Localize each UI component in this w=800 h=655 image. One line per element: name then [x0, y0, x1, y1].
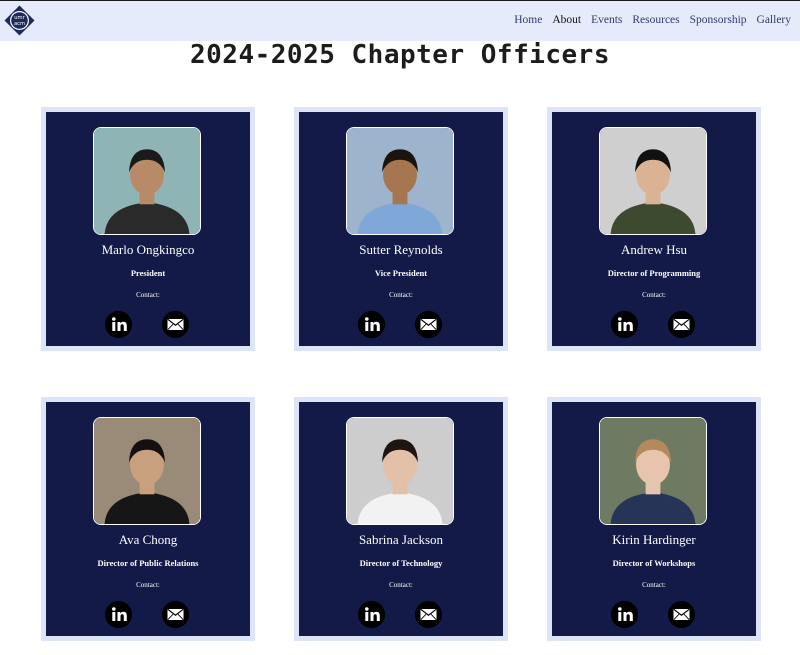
contact-label: Contact: — [389, 581, 413, 589]
linkedin-icon[interactable] — [611, 601, 638, 628]
officer-card-body: Andrew Hsu Director of Programming Conta… — [552, 112, 756, 346]
email-icon[interactable] — [415, 311, 442, 338]
officer-card: Marlo Ongkingco President Contact: — [41, 107, 255, 351]
linkedin-icon[interactable] — [358, 311, 385, 338]
officer-card: Sabrina Jackson Director of Technology C… — [294, 397, 508, 641]
officer-photo — [599, 417, 707, 525]
navbar: umr acm Home About Events Resources Spon… — [0, 0, 800, 41]
email-icon[interactable] — [415, 601, 442, 628]
linkedin-icon[interactable] — [105, 601, 132, 628]
portrait-placeholder — [347, 418, 453, 524]
nav-link-sponsorship[interactable]: Sponsorship — [690, 14, 747, 26]
officer-role: Director of Programming — [607, 268, 701, 278]
officer-photo — [93, 127, 201, 235]
portrait-placeholder — [600, 128, 706, 234]
officer-role: Director of Public Relations — [97, 558, 199, 568]
officer-role: Director of Workshops — [612, 558, 696, 568]
linkedin-icon[interactable] — [358, 601, 385, 628]
contact-label: Contact: — [642, 581, 666, 589]
acm-logo[interactable]: umr acm — [4, 5, 35, 36]
portrait-placeholder — [94, 418, 200, 524]
officer-card: Sutter Reynolds Vice President Contact: — [294, 107, 508, 351]
portrait-placeholder — [600, 418, 706, 524]
email-icon[interactable] — [668, 311, 695, 338]
officer-photo — [93, 417, 201, 525]
officer-role: Director of Technology — [359, 558, 443, 568]
officer-name: Kirin Hardinger — [612, 532, 696, 547]
officer-card-body: Ava Chong Director of Public Relations C… — [46, 402, 250, 636]
officer-card-body: Sabrina Jackson Director of Technology C… — [299, 402, 503, 636]
officer-name: Marlo Ongkingco — [101, 242, 195, 257]
nav-link-resources[interactable]: Resources — [632, 14, 679, 26]
nav-link-home[interactable]: Home — [514, 14, 542, 26]
officer-name: Andrew Hsu — [620, 242, 688, 257]
officer-name: Sutter Reynolds — [359, 242, 443, 257]
page-title: 2024-2025 Chapter Officers — [190, 40, 610, 70]
officer-card: Kirin Hardinger Director of Workshops Co… — [547, 397, 761, 641]
email-icon[interactable] — [162, 311, 189, 338]
portrait-placeholder — [347, 128, 453, 234]
linkedin-icon[interactable] — [105, 311, 132, 338]
contact-label: Contact: — [642, 291, 666, 299]
nav-link-events[interactable]: Events — [591, 14, 622, 26]
officer-card-body: Marlo Ongkingco President Contact: — [46, 112, 250, 346]
officer-photo — [599, 127, 707, 235]
contact-label: Contact: — [136, 581, 160, 589]
officer-card: Ava Chong Director of Public Relations C… — [41, 397, 255, 641]
email-icon[interactable] — [162, 601, 189, 628]
linkedin-icon[interactable] — [611, 311, 638, 338]
contact-label: Contact: — [136, 291, 160, 299]
officer-name: Ava Chong — [118, 532, 178, 547]
officer-photo — [346, 417, 454, 525]
officer-card-body: Kirin Hardinger Director of Workshops Co… — [552, 402, 756, 636]
email-icon[interactable] — [668, 601, 695, 628]
logo-text-bottom: acm — [14, 21, 25, 27]
officer-role: Vice President — [374, 268, 428, 278]
nav-link-gallery[interactable]: Gallery — [757, 14, 791, 26]
officer-card-body: Sutter Reynolds Vice President Contact: — [299, 112, 503, 346]
nav-link-about[interactable]: About — [552, 14, 581, 26]
nav-links: Home About Events Resources Sponsorship … — [504, 14, 791, 26]
officer-photo — [346, 127, 454, 235]
contact-label: Contact: — [389, 291, 413, 299]
portrait-placeholder — [94, 128, 200, 234]
officer-name: Sabrina Jackson — [358, 532, 444, 547]
officer-card: Andrew Hsu Director of Programming Conta… — [547, 107, 761, 351]
officer-role: President — [130, 268, 166, 278]
